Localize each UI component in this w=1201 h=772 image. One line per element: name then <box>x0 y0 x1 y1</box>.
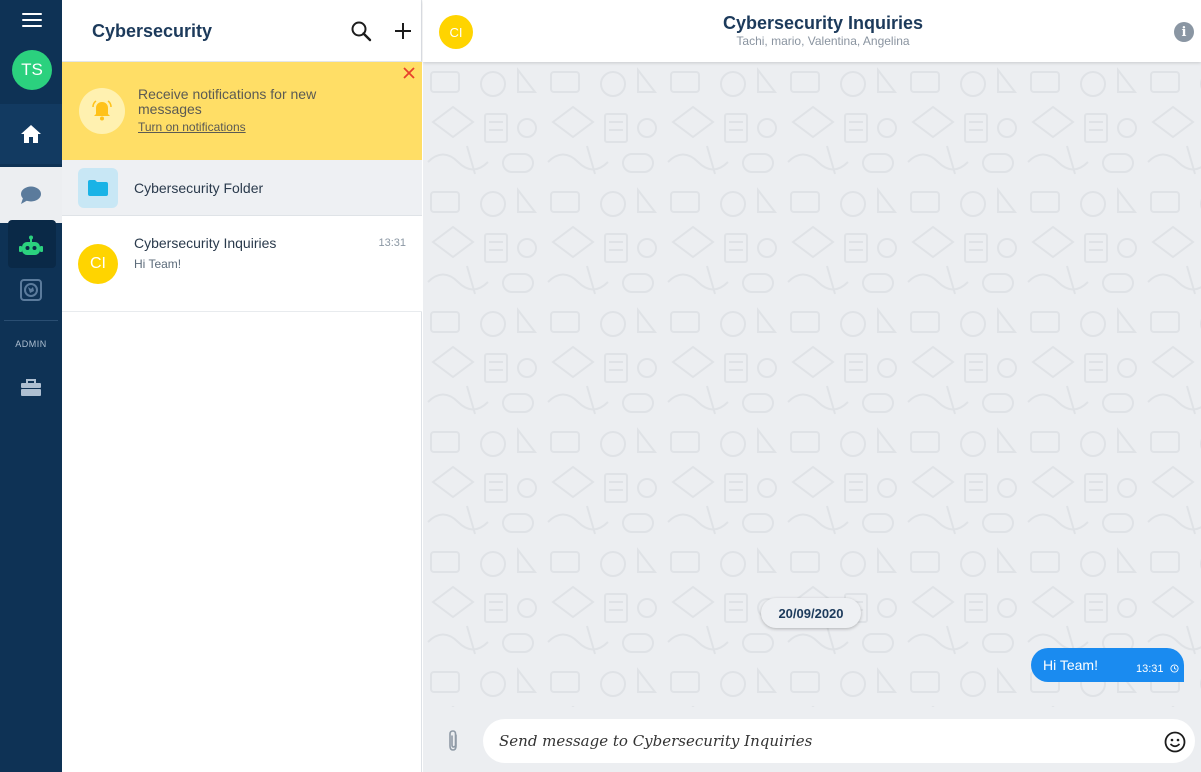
chat-bubble-icon <box>21 186 41 204</box>
chat-panel: CI Cybersecurity Inquiries Tachi, mario,… <box>423 0 1201 772</box>
admin-section-label: ADMIN <box>15 339 47 349</box>
nav-rail: TS ADMIN <box>0 0 62 772</box>
panel-title: Cybersecurity <box>92 21 213 41</box>
folder-label: Cybersecurity Folder <box>134 180 264 196</box>
app-window: TS ADMIN Cybersecurity Receive notificat… <box>0 0 1201 772</box>
home-icon <box>21 125 41 143</box>
robot-icon <box>19 235 43 255</box>
conversation-name: Cybersecurity Inquiries <box>134 235 277 251</box>
rail-item-admin[interactable] <box>0 360 62 416</box>
rail-divider <box>4 320 58 321</box>
chat-members: Tachi, mario, Valentina, Angelina <box>736 34 910 48</box>
rail-item-directory[interactable] <box>0 262 62 318</box>
bell-icon-badge <box>79 88 125 134</box>
plus-icon[interactable] <box>392 20 414 42</box>
bell-icon <box>92 100 112 121</box>
user-avatar[interactable]: TS <box>12 50 52 90</box>
search-icon[interactable] <box>350 20 372 42</box>
rail-item-chats[interactable] <box>0 167 62 223</box>
message-text: Hi Team! <box>1043 657 1098 673</box>
folder-icon <box>88 180 108 196</box>
message-time: 13:31 <box>1136 663 1164 675</box>
info-icon[interactable]: i <box>1174 22 1194 42</box>
paperclip-icon[interactable] <box>443 729 463 753</box>
clock-icon <box>1170 664 1179 673</box>
message-composer <box>423 707 1201 772</box>
globe-icon <box>20 279 42 301</box>
notification-text: Receive notifications for new messages <box>138 86 317 117</box>
room-list-header: Cybersecurity <box>62 0 422 62</box>
room-avatar: CI <box>78 244 118 284</box>
message-bubble[interactable]: Hi Team! 13:31 <box>1031 648 1184 682</box>
toolbox-icon <box>21 379 41 396</box>
conversation-preview: Hi Team! <box>134 257 182 271</box>
folder-item[interactable]: Cybersecurity Folder <box>62 160 422 216</box>
notification-banner: Receive notifications for new messages T… <box>62 62 422 160</box>
room-list-panel: Cybersecurity Receive notifications for … <box>62 0 422 772</box>
menu-icon[interactable] <box>22 13 42 27</box>
date-separator: 20/09/2020 <box>761 598 861 628</box>
rail-item-home[interactable] <box>0 104 62 164</box>
folder-icon-badge <box>78 168 118 208</box>
chat-title: Cybersecurity Inquiries <box>722 13 924 33</box>
chat-header: CI Cybersecurity Inquiries Tachi, mario,… <box>423 0 1201 62</box>
turn-on-notifications-link[interactable]: Turn on notifications <box>138 120 246 134</box>
conversation-item[interactable]: CI Cybersecurity Inquiries Hi Team! 13:3… <box>62 216 422 312</box>
message-input[interactable] <box>483 719 1195 763</box>
emoji-icon[interactable] <box>1164 731 1186 753</box>
close-icon[interactable] <box>402 66 416 80</box>
conversation-time: 13:31 <box>378 237 406 249</box>
